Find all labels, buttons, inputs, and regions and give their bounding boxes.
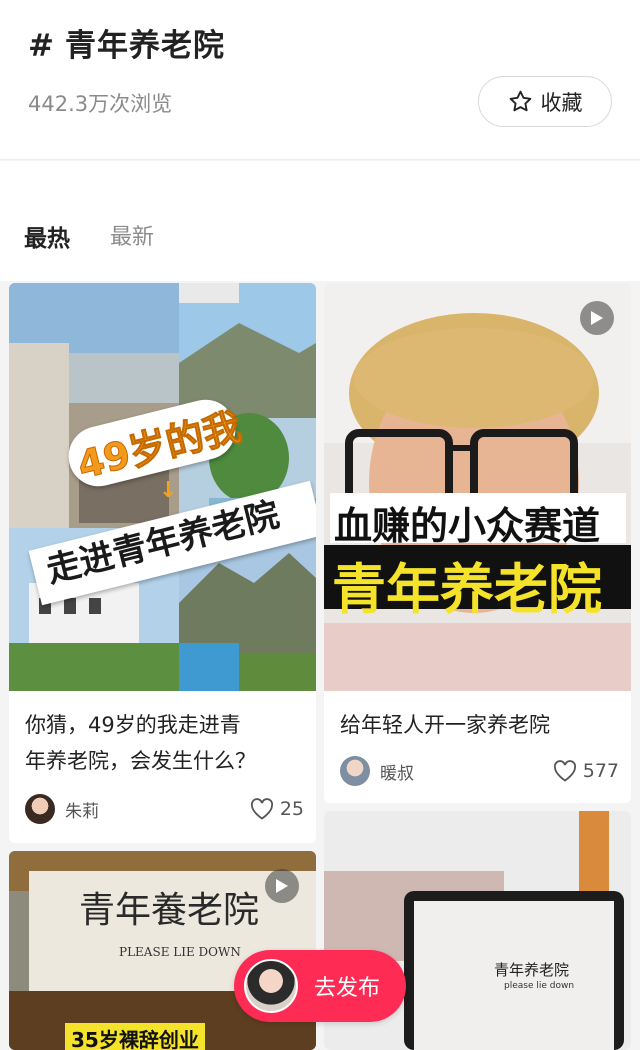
tab-latest[interactable]: 最新: [110, 219, 154, 251]
post-meta: 朱莉 25: [25, 793, 304, 825]
arrow-down-icon: ↓: [159, 478, 178, 503]
play-icon[interactable]: [580, 301, 614, 335]
post-card[interactable]: 49岁的我 ↓ 走进青年养老院 你猜，49岁的我走进青 年养老院，会发生什么？ …: [9, 283, 316, 843]
avatar[interactable]: [340, 756, 370, 786]
heart-icon: [250, 798, 273, 820]
post-meta: 暖叔 577: [340, 755, 619, 787]
tab-hot[interactable]: 最热: [24, 219, 70, 253]
post-feed: 49岁的我 ↓ 走进青年养老院 你猜，49岁的我走进青 年养老院，会发生什么？ …: [0, 281, 640, 1050]
topic-title: # 青年养老院: [28, 20, 225, 65]
heart-icon: [553, 760, 576, 782]
post-title: 你猜，49岁的我走进青 年养老院，会发生什么？: [25, 707, 256, 779]
play-icon[interactable]: [265, 869, 299, 903]
post-title-line: 你猜，49岁的我走进青: [25, 713, 241, 737]
cover-text-line1: 血赚的小众赛道: [334, 504, 601, 548]
sign-main-text: 青年養老院: [79, 890, 260, 931]
post-title-line: 年养老院，会发生什么？: [25, 749, 256, 773]
like-button[interactable]: 25: [250, 798, 304, 820]
topic-name: 青年养老院: [64, 28, 225, 64]
post-title: 给年轻人开一家养老院: [340, 707, 550, 743]
sort-tabs: 最热 最新: [0, 161, 640, 281]
post-title-line: 给年轻人开一家养老院: [340, 713, 550, 737]
cover-caption: 35岁裸辞创业: [71, 1028, 199, 1050]
screen-sub-text: please lie down: [504, 981, 575, 991]
star-icon: [509, 90, 531, 112]
favorite-label: 收藏: [540, 90, 583, 115]
cover-portrait: [324, 283, 631, 691]
like-count: 577: [582, 760, 619, 782]
like-button[interactable]: 577: [553, 760, 619, 782]
publish-label: 去发布: [314, 976, 381, 1001]
post-card[interactable]: 血赚的小众赛道 青年养老院 给年轻人开一家养老院 暖叔 577: [324, 283, 631, 803]
author-name[interactable]: 暖叔: [380, 759, 553, 784]
post-cover-image: 49岁的我 ↓ 走进青年养老院: [9, 283, 316, 691]
avatar: [244, 959, 298, 1013]
play-triangle-icon: [276, 879, 288, 893]
cover-text-line2: 青年养老院: [332, 558, 602, 621]
sign-sub-text: PLEASE LIE DOWN: [119, 945, 241, 959]
topic-header: # 青年养老院 442.3万次浏览 收藏: [0, 0, 640, 160]
favorite-button[interactable]: 收藏: [478, 76, 612, 127]
hash-symbol: #: [28, 28, 55, 64]
like-count: 25: [279, 798, 304, 820]
avatar[interactable]: [25, 794, 55, 824]
post-cover-image: 血赚的小众赛道 青年养老院: [324, 283, 631, 691]
publish-button[interactable]: 去发布: [234, 950, 406, 1022]
screen-main-text: 青年养老院: [494, 961, 570, 979]
play-triangle-icon: [591, 311, 603, 325]
author-name[interactable]: 朱莉: [65, 797, 250, 822]
view-count: 442.3万次浏览: [28, 92, 173, 116]
